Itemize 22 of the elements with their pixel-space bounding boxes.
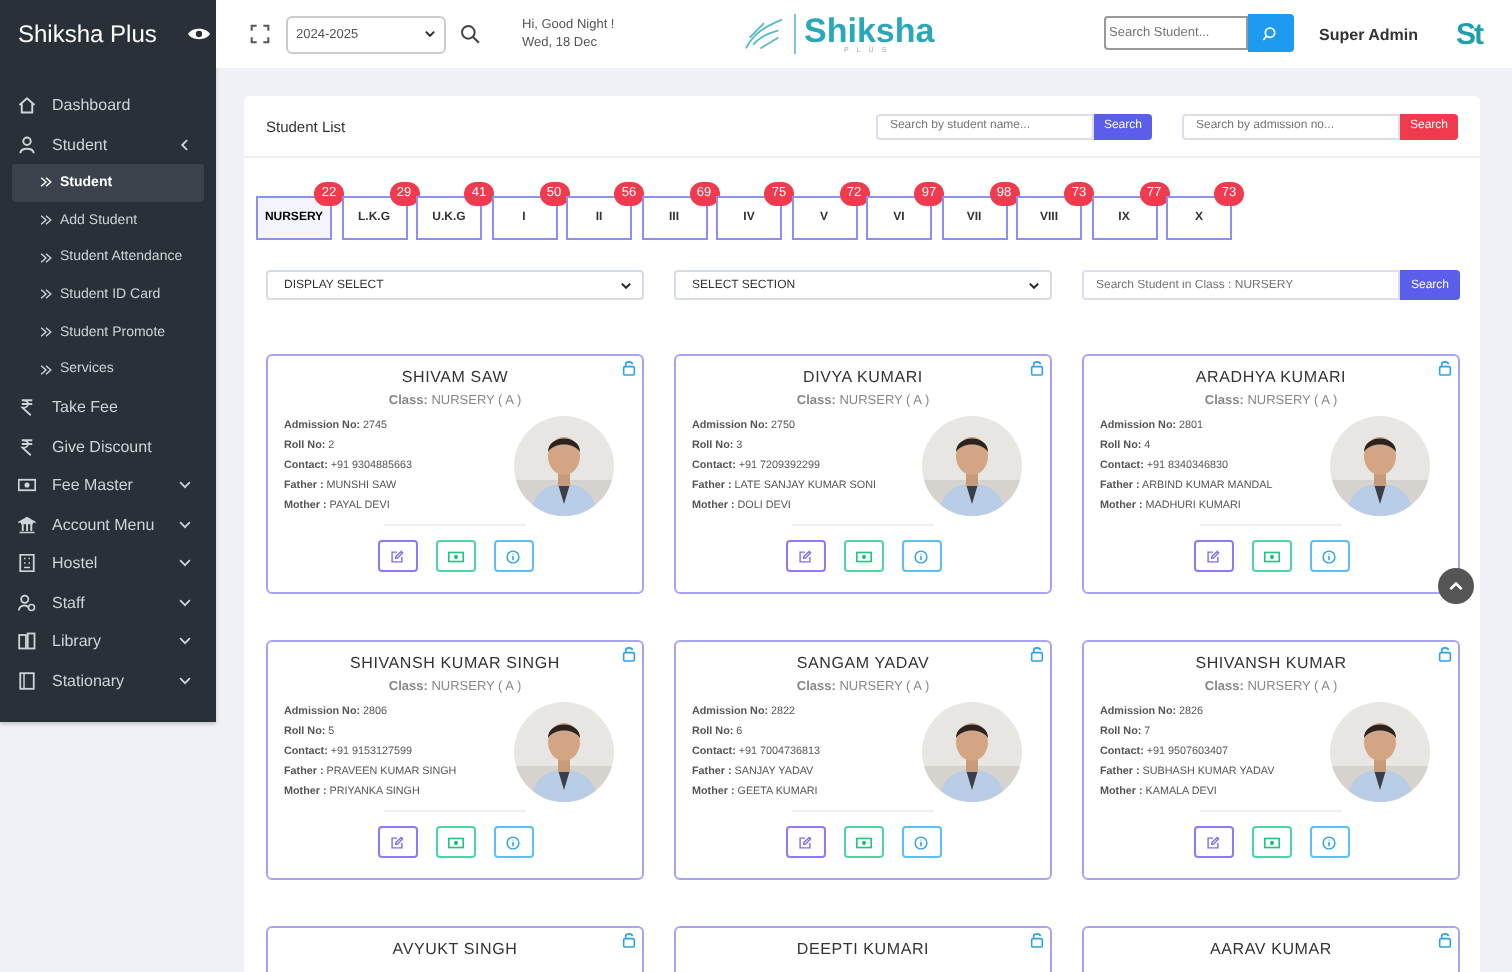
- user-name[interactable]: Super Admin: [1319, 25, 1418, 43]
- sidebar-item[interactable]: Take Fee: [12, 388, 204, 428]
- student-name: AARAV KUMAR: [1208, 940, 1334, 958]
- sidebar-item[interactable]: Stationary: [12, 661, 204, 701]
- sidebar-item[interactable]: Library: [12, 622, 204, 662]
- student-name: DIVYA KUMARI: [801, 368, 925, 386]
- sidebar-item[interactable]: Student: [12, 125, 204, 164]
- student-name: SANGAM YADAV: [794, 654, 932, 672]
- student-name: SHIVANSH KUMAR: [1193, 654, 1349, 672]
- student-name: SHIVANSH KUMAR SINGH: [348, 654, 562, 672]
- brand-name: Shiksha Plus: [18, 20, 157, 48]
- sidebar-item[interactable]: Account Menu: [12, 505, 204, 545]
- logo-text: Shiksha: [804, 13, 935, 48]
- sidebar-item[interactable]: Dashboard: [12, 86, 204, 125]
- sidebar-item[interactable]: Staff: [12, 583, 204, 623]
- student-name: ARADHYA KUMARI: [1193, 368, 1349, 386]
- student-name: SHIVAM SAW: [399, 368, 511, 386]
- student-name: DEEPTI KUMARI: [794, 940, 932, 958]
- sidebar-item[interactable]: Fee Master: [12, 466, 204, 506]
- sidebar-item[interactable]: Give Discount: [12, 427, 204, 467]
- student-name: AVYUKT SINGH: [390, 940, 520, 958]
- sidebar-item[interactable]: Hostel: [12, 544, 204, 584]
